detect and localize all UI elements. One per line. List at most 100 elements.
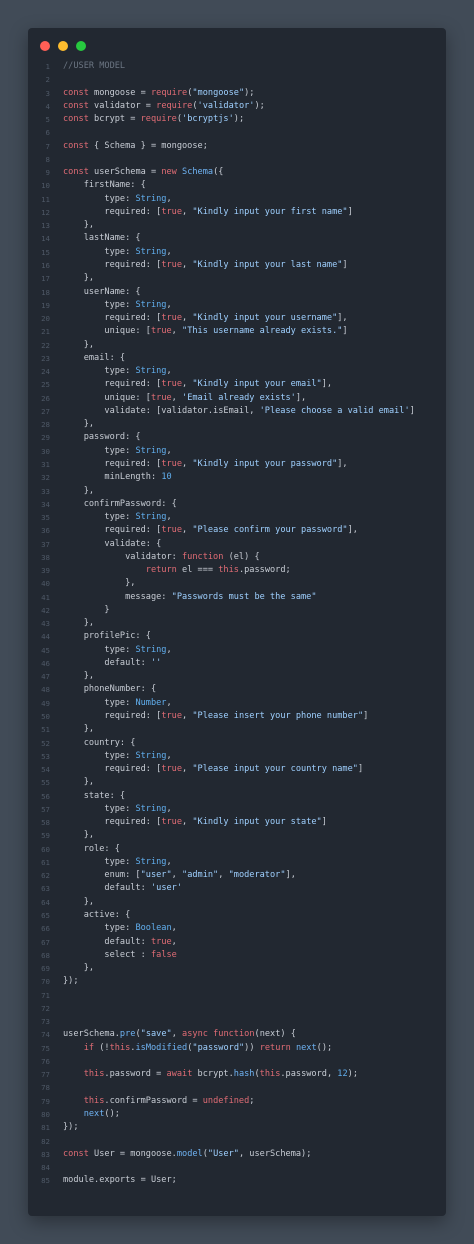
code-line: 61 type: String, [28,856,446,869]
line-number: 11 [41,194,50,204]
code-text: }, [63,273,95,284]
line-number: 7 [45,141,50,151]
code-line: 74 userSchema.pre("save", async function(… [28,1028,446,1041]
line-number: 57 [41,804,50,814]
line-number: 80 [41,1109,50,1119]
code-text: unique: [true, "This username already ex… [63,326,348,337]
code-text: required: [true, "Kindly input your firs… [63,206,353,217]
code-line: 8 [28,153,446,166]
line-number: 13 [41,221,50,231]
line-number: 66 [41,924,50,934]
code-line: 59 }, [28,829,446,842]
line-number: 31 [41,459,50,469]
code-line: 63 default: 'user' [28,882,446,895]
line-number: 51 [41,725,50,735]
line-number: 77 [41,1070,50,1080]
code-line: 66 type: Boolean, [28,922,446,935]
code-line: 57 type: String, [28,803,446,816]
line-number: 30 [41,446,50,456]
line-number: 1 [45,62,50,71]
line-number: 8 [45,154,50,164]
window-titlebar [28,28,446,64]
code-line: 20 required: [true, "Kindly input your u… [28,312,446,325]
code-line: 16 required: [true, "Kindly input your l… [28,259,446,272]
code-line: 31 required: [true, "Kindly input your p… [28,458,446,471]
line-number: 63 [41,884,50,894]
minimize-dot-icon[interactable] [58,41,68,51]
line-number: 19 [41,300,50,310]
code-text: country: { [63,737,136,748]
code-text: }, [63,671,95,682]
line-number: 20 [41,314,50,324]
code-text: state: { [63,790,126,801]
code-window: 1//USER MODEL 2 3 const mongoose = require(… [28,28,446,1216]
code-line: 32 minLength: 10 [28,471,446,484]
code-line: 67 default: true, [28,936,446,949]
code-text: required: [true, "Kindly input your emai… [63,379,333,390]
code-text: type: String, [63,803,172,814]
line-number: 9 [45,168,50,178]
code-line: 46 default: '' [28,657,446,670]
code-text: }, [63,339,95,350]
line-number: 15 [41,247,50,257]
code-line: 76 [28,1055,446,1068]
code-text: }, [63,724,95,735]
code-line: 10 firstName: { [28,179,446,192]
code-text: profilePic: { [63,631,151,642]
code-text: message: "Passwords must be the same" [63,591,317,602]
line-number: 78 [41,1083,50,1093]
code-line: 17 }, [28,272,446,285]
code-text: const validator = require('validator'); [63,100,265,111]
code-line: 33 }, [28,485,446,498]
code-editor: 1//USER MODEL 2 3 const mongoose = require(… [28,60,446,1188]
line-number: 21 [41,327,50,337]
line-number: 47 [41,672,50,682]
code-text: type: String, [63,644,172,655]
line-number: 70 [41,977,50,987]
code-text: const userSchema = new Schema({ [63,167,224,178]
code-line: 39 return el === this.password; [28,564,446,577]
line-number: 14 [41,234,50,244]
close-dot-icon[interactable] [40,41,50,51]
line-number: 27 [41,406,50,416]
line-number: 44 [41,632,50,642]
maximize-dot-icon[interactable] [76,41,86,51]
line-number: 40 [41,579,50,589]
code-text: required: [true, "Kindly input your stat… [63,817,327,828]
code-line: 23 email: { [28,352,446,365]
code-line: 2 [28,73,446,86]
code-line: 77 this.password = await bcrypt.hash(thi… [28,1068,446,1081]
code-text: }, [63,896,95,907]
line-number: 65 [41,911,50,920]
line-number: 26 [41,393,50,403]
line-number: 33 [41,486,50,496]
code-text: next(); [83,1108,120,1119]
code-text: required: [true, "Kindly input your pass… [63,458,348,469]
code-text: phoneNumber: { [63,684,157,695]
code-line: 19 type: String, [28,299,446,312]
line-number: 2 [45,75,50,85]
code-line: 79 this.confirmPassword = undefined; [28,1095,446,1108]
code-text: type: String, [63,193,172,204]
line-number: 10 [41,181,50,191]
code-text: }, [63,220,95,231]
line-number: 85 [41,1176,50,1186]
line-number: 48 [41,685,50,695]
line-number: 46 [41,658,50,668]
code-line: 73 [28,1015,446,1028]
code-line: 84 [28,1161,446,1174]
code-line: 15 type: String, [28,246,446,259]
code-line: 75 if (!this.isModified("password")) ret… [28,1042,446,1055]
code-line: 52 country: { [28,737,446,750]
code-text: type: String, [63,512,172,523]
code-text: required: [true, "Please confirm your pa… [63,525,358,536]
code-line: 44 profilePic: { [28,630,446,643]
code-line: 68 select : false [28,949,446,962]
code-line: 26 unique: [true, 'Email already exists'… [28,392,446,405]
line-number: 42 [41,605,50,615]
code-line: 6 [28,126,446,139]
code-line: 45 type: String, [28,644,446,657]
line-number: 6 [45,128,50,138]
code-text: type: String, [63,366,172,377]
code-line: 80 next(); [28,1108,446,1121]
